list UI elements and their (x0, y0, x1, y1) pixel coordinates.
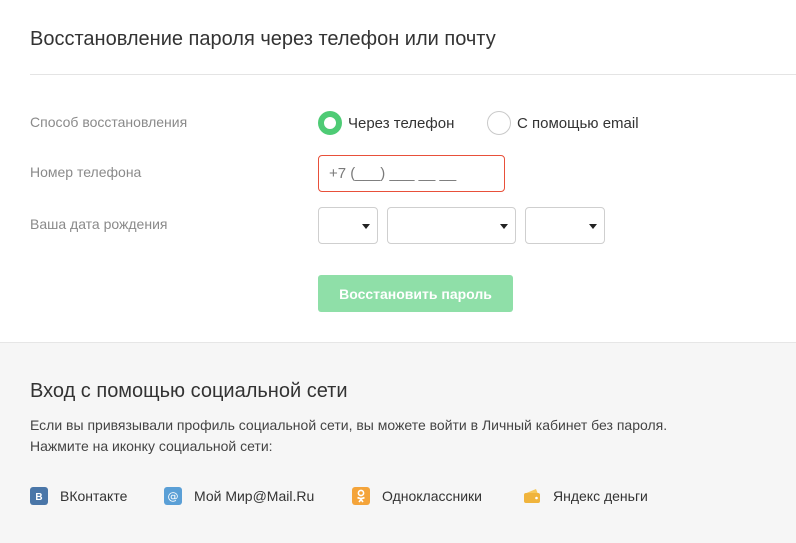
recovery-method-label: Способ восстановления (30, 114, 188, 130)
social-login-title: Вход с помощью социальной сети (30, 380, 348, 402)
page-title: Восстановление пароля через телефон или … (30, 28, 496, 50)
radio-email[interactable]: С помощью email (487, 108, 639, 138)
social-description-line-2: Нажмите на иконку социальной сети: (30, 438, 273, 454)
social-mailru-link[interactable]: @ Мой Мир@Mail.Ru (164, 486, 314, 506)
radio-checked-icon[interactable] (318, 111, 342, 135)
social-vk-link[interactable]: B ВКонтакте (30, 486, 127, 506)
phone-input[interactable] (318, 155, 505, 192)
chevron-down-icon (589, 224, 597, 229)
social-vk-label: ВКонтакте (60, 488, 128, 504)
social-login-description: Если вы привязывали профиль социальной с… (30, 415, 770, 457)
radio-email-label: С помощью email (517, 114, 639, 132)
vk-icon[interactable]: B (30, 487, 48, 505)
svg-text:B: B (35, 492, 42, 501)
svg-text:@: @ (168, 490, 179, 503)
yandex-money-wallet-icon[interactable] (523, 487, 541, 505)
social-mailru-label: Мой Мир@Mail.Ru (194, 488, 315, 504)
birth-month-select[interactable] (387, 207, 516, 244)
radio-phone[interactable]: Через телефон (318, 108, 454, 138)
social-yandex-money-link[interactable]: Яндекс деньги (523, 486, 648, 506)
phone-label: Номер телефона (30, 164, 142, 180)
restore-password-button[interactable]: Восстановить пароль (318, 275, 513, 312)
birthdate-label: Ваша дата рождения (30, 216, 168, 232)
birth-year-select[interactable] (525, 207, 605, 244)
social-ok-label: Одноклассники (382, 488, 483, 504)
recovery-panel: Восстановление пароля через телефон или … (0, 0, 796, 342)
odnoklassniki-icon[interactable] (352, 487, 370, 505)
mail-at-icon[interactable]: @ (164, 487, 182, 505)
radio-phone-label: Через телефон (348, 114, 455, 132)
birth-day-select[interactable] (318, 207, 378, 244)
social-yandex-money-label: Яндекс деньги (553, 488, 648, 504)
chevron-down-icon (362, 224, 370, 229)
radio-unchecked-icon[interactable] (487, 111, 511, 135)
social-description-line-1: Если вы привязывали профиль социальной с… (30, 417, 668, 433)
social-ok-link[interactable]: Одноклассники (352, 486, 482, 506)
chevron-down-icon (500, 224, 508, 229)
divider (30, 74, 796, 75)
